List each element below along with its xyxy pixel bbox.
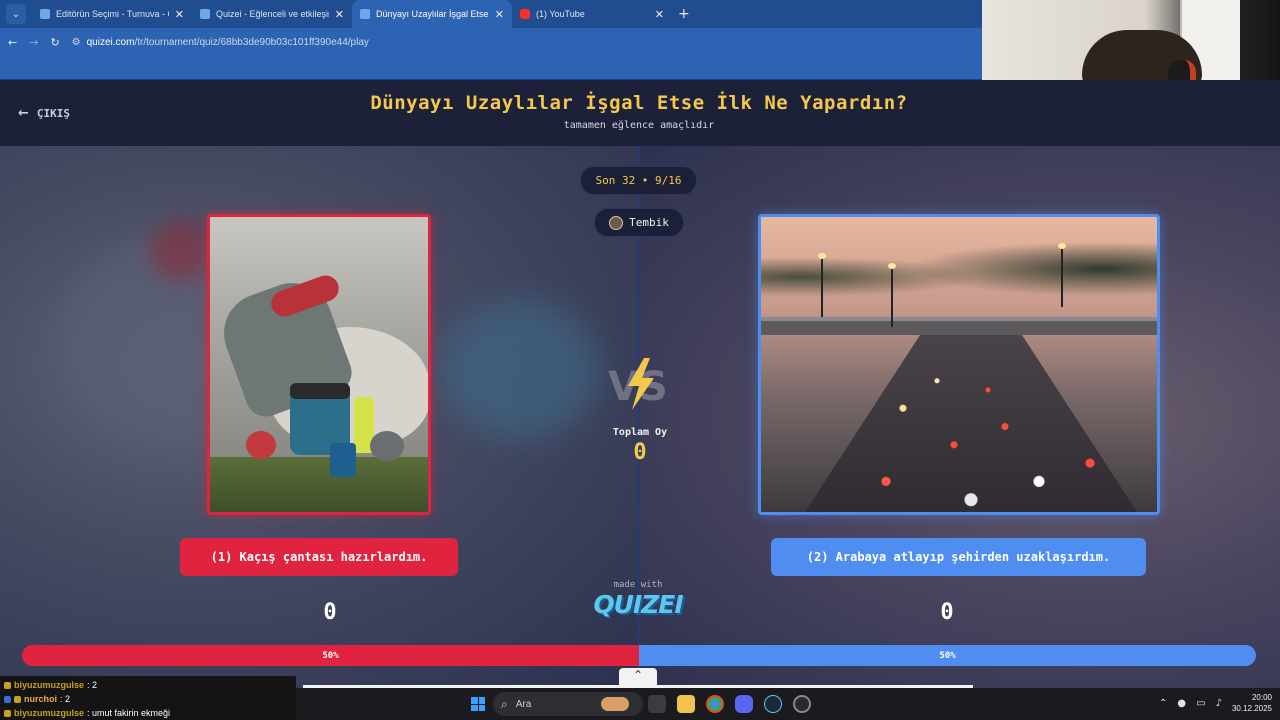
taskbar-search[interactable]: ⌕ Ara <box>493 692 643 716</box>
chat-badge-icon <box>4 709 11 717</box>
microphone-icon[interactable]: ● <box>1177 698 1186 709</box>
chevron-up-icon[interactable]: ⌃ <box>1159 698 1167 709</box>
vote-percentage-bar: 50% 50% <box>22 645 1256 666</box>
url-host: quizei.com <box>86 36 135 48</box>
url-path: /tr/tournament/quiz/68bb3de90b03c101ff39… <box>134 36 369 48</box>
option-2-label: (2) Arabaya atlayıp şehirden uzaklaşırdı… <box>806 550 1111 564</box>
option-1-image-card[interactable] <box>207 214 431 515</box>
browser-tab[interactable]: Quizei - Eğlenceli ve etkileşimli ✕ <box>192 0 352 28</box>
option-2-button[interactable]: (2) Arabaya atlayıp şehirden uzaklaşırdı… <box>771 538 1146 576</box>
total-votes-value: 0 <box>633 440 647 465</box>
vs-lightning-icon: VS <box>608 358 668 410</box>
stream-chat-overlay: biyuzumuzgulse : 2 nurchoi : 2 biyuzumuz… <box>0 676 296 720</box>
chat-message: nurchoi : 2 <box>4 692 292 706</box>
browser-tab-strip: ⌄ Editörün Seçimi - Turnuva - Qu ✕ Quize… <box>0 0 982 28</box>
close-tab-icon[interactable]: ✕ <box>175 8 184 21</box>
option-2-vote-count: 0 <box>940 600 954 625</box>
user-badge: Tembik <box>594 208 684 237</box>
tab-title: Editörün Seçimi - Turnuva - Qu <box>56 9 169 19</box>
chevron-up-icon[interactable]: ⌃ <box>619 668 657 686</box>
chat-username: biyuzumuzgulse <box>14 708 85 718</box>
chat-text: : 2 <box>87 680 98 690</box>
system-tray: ⌃ ● ▭ ♪ 20:00 30.12.2025 <box>1159 692 1272 714</box>
chat-badge-icon <box>4 681 11 689</box>
option-1-label: (1) Kaçış çantası hazırlardım. <box>210 550 428 564</box>
network-icon[interactable]: ▭ <box>1196 698 1205 709</box>
chat-text: : umut fakirin ekmeği <box>87 708 171 718</box>
volume-icon[interactable]: ♪ <box>1216 698 1222 709</box>
total-votes-label: Toplam Oy <box>612 427 668 438</box>
forward-arrow-icon[interactable]: → <box>29 36 38 49</box>
round-label: Son 32 • 9/16 <box>595 174 682 187</box>
reload-icon[interactable]: ↻ <box>50 36 59 49</box>
tab-title: Dünyayı Uzaylılar İşgal Etse İlk <box>376 9 489 19</box>
chrome-icon[interactable] <box>706 695 724 713</box>
discord-icon[interactable] <box>735 695 753 713</box>
close-tab-icon[interactable]: ✕ <box>495 8 504 21</box>
tab-title: (1) YouTube <box>536 9 585 19</box>
tab-search-icon[interactable]: ⌄ <box>6 4 26 24</box>
quiz-title: Dünyayı Uzaylılar İşgal Etse İlk Ne Yapa… <box>370 92 908 114</box>
task-view-icon[interactable] <box>648 695 666 713</box>
chat-username: nurchoi <box>24 694 57 704</box>
search-icon: ⌕ <box>501 696 508 711</box>
close-tab-icon[interactable]: ✕ <box>655 8 664 21</box>
quizei-favicon-icon <box>40 9 50 19</box>
chat-badge-icon <box>14 695 21 703</box>
made-with-label: made with <box>613 580 663 590</box>
windows-start-icon[interactable] <box>471 697 485 711</box>
file-explorer-icon[interactable] <box>677 695 695 713</box>
url-field[interactable]: ⚙ quizei.com/tr/tournament/quiz/68bb3de9… <box>72 37 369 48</box>
search-placeholder: Ara <box>515 698 532 710</box>
avatar <box>609 215 624 230</box>
steam-icon[interactable] <box>764 695 782 713</box>
quizei-logo[interactable]: QUIZEI <box>588 590 688 619</box>
browser-tab-active[interactable]: Dünyayı Uzaylılar İşgal Etse İlk ✕ <box>352 0 512 28</box>
tab-title: Quizei - Eğlenceli ve etkileşimli <box>216 9 329 19</box>
option-1-percentage-fill: 50% <box>22 645 639 666</box>
search-highlight-icon <box>601 697 629 711</box>
option-2-percentage-fill: 50% <box>639 645 1256 666</box>
new-tab-icon[interactable]: + <box>678 6 690 22</box>
browser-tab[interactable]: (1) YouTube ✕ <box>512 0 672 28</box>
option-2-image-card[interactable] <box>758 214 1160 515</box>
address-bar: ← → ↻ ⚙ quizei.com/tr/tournament/quiz/68… <box>0 28 982 56</box>
user-name: Tembik <box>629 216 669 229</box>
quiz-page: ← ÇIKIŞ Dünyayı Uzaylılar İşgal Etse İlk… <box>0 80 1280 688</box>
browser-tab[interactable]: Editörün Seçimi - Turnuva - Qu ✕ <box>32 0 192 28</box>
option-1-button[interactable]: (1) Kaçış çantası hazırlardım. <box>180 538 458 576</box>
obs-icon[interactable] <box>793 695 811 713</box>
chat-username: biyuzumuzgulse <box>14 680 85 690</box>
windows-taskbar: ⌕ Ara ⌃ ● ▭ ♪ 20:00 30.12.2025 <box>296 688 1280 720</box>
site-settings-icon[interactable]: ⚙ <box>72 37 81 48</box>
option-1-vote-count: 0 <box>323 600 337 625</box>
option-1-percentage: 50% <box>322 650 339 661</box>
quiz-subtitle: tamamen eğlence amaçlıdır <box>563 120 715 131</box>
chat-text: : 2 <box>60 694 71 704</box>
back-arrow-icon[interactable]: ← <box>8 36 17 49</box>
close-tab-icon[interactable]: ✕ <box>335 8 344 21</box>
chat-message: biyuzumuzgulse : umut fakirin ekmeği <box>4 706 292 720</box>
youtube-favicon-icon <box>520 9 530 19</box>
clock[interactable]: 20:00 30.12.2025 <box>1232 692 1272 714</box>
option-2-percentage: 50% <box>939 650 956 661</box>
round-indicator: Son 32 • 9/16 <box>580 166 697 195</box>
chat-badge-icon <box>4 695 11 703</box>
clock-date: 30.12.2025 <box>1231 704 1272 713</box>
bookmarks-bar <box>0 56 982 80</box>
quiz-header: ← ÇIKIŞ Dünyayı Uzaylılar İşgal Etse İlk… <box>0 80 1280 146</box>
quizei-favicon-icon <box>200 9 210 19</box>
chat-message: biyuzumuzgulse : 2 <box>4 678 292 692</box>
quizei-favicon-icon <box>360 9 370 19</box>
clock-time: 20:00 <box>1251 693 1272 702</box>
